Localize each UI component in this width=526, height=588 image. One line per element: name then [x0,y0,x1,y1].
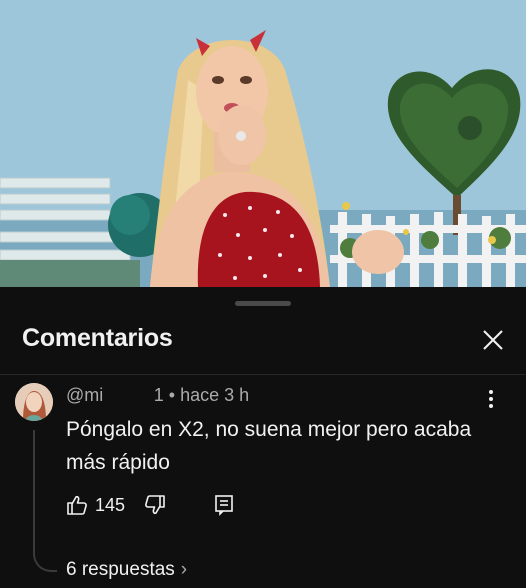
like-count: 145 [95,495,126,515]
thumbs-up-icon[interactable] [66,494,88,516]
comment-meta: @mi 1 • hace 3 h [66,385,249,406]
video-frame[interactable] [0,0,526,287]
thumbs-down-icon[interactable] [144,494,166,516]
comment-text: Póngalo en X2, no suena mejor pero acaba… [66,418,472,474]
divider [0,374,526,375]
drag-handle[interactable] [235,301,291,306]
chevron-right-icon: › [180,559,188,580]
view-replies-button[interactable]: 6 respuestas › [66,559,187,581]
close-icon[interactable] [478,325,508,355]
meta-separator: • [168,385,181,405]
panel-title: Comentarios [22,324,173,352]
thread-line [33,430,57,572]
avatar[interactable] [15,383,53,421]
comments-panel: Comentarios @mi 1 • hace 3 h Póngalo en … [0,287,526,588]
more-options-icon[interactable] [480,385,502,413]
reply-icon[interactable] [213,494,235,516]
comment-time: hace 3 h [180,385,250,405]
comment-author[interactable]: @mi 1 [66,385,164,405]
video-frame-image [0,0,526,287]
replies-label: 6 respuestas [66,559,175,580]
